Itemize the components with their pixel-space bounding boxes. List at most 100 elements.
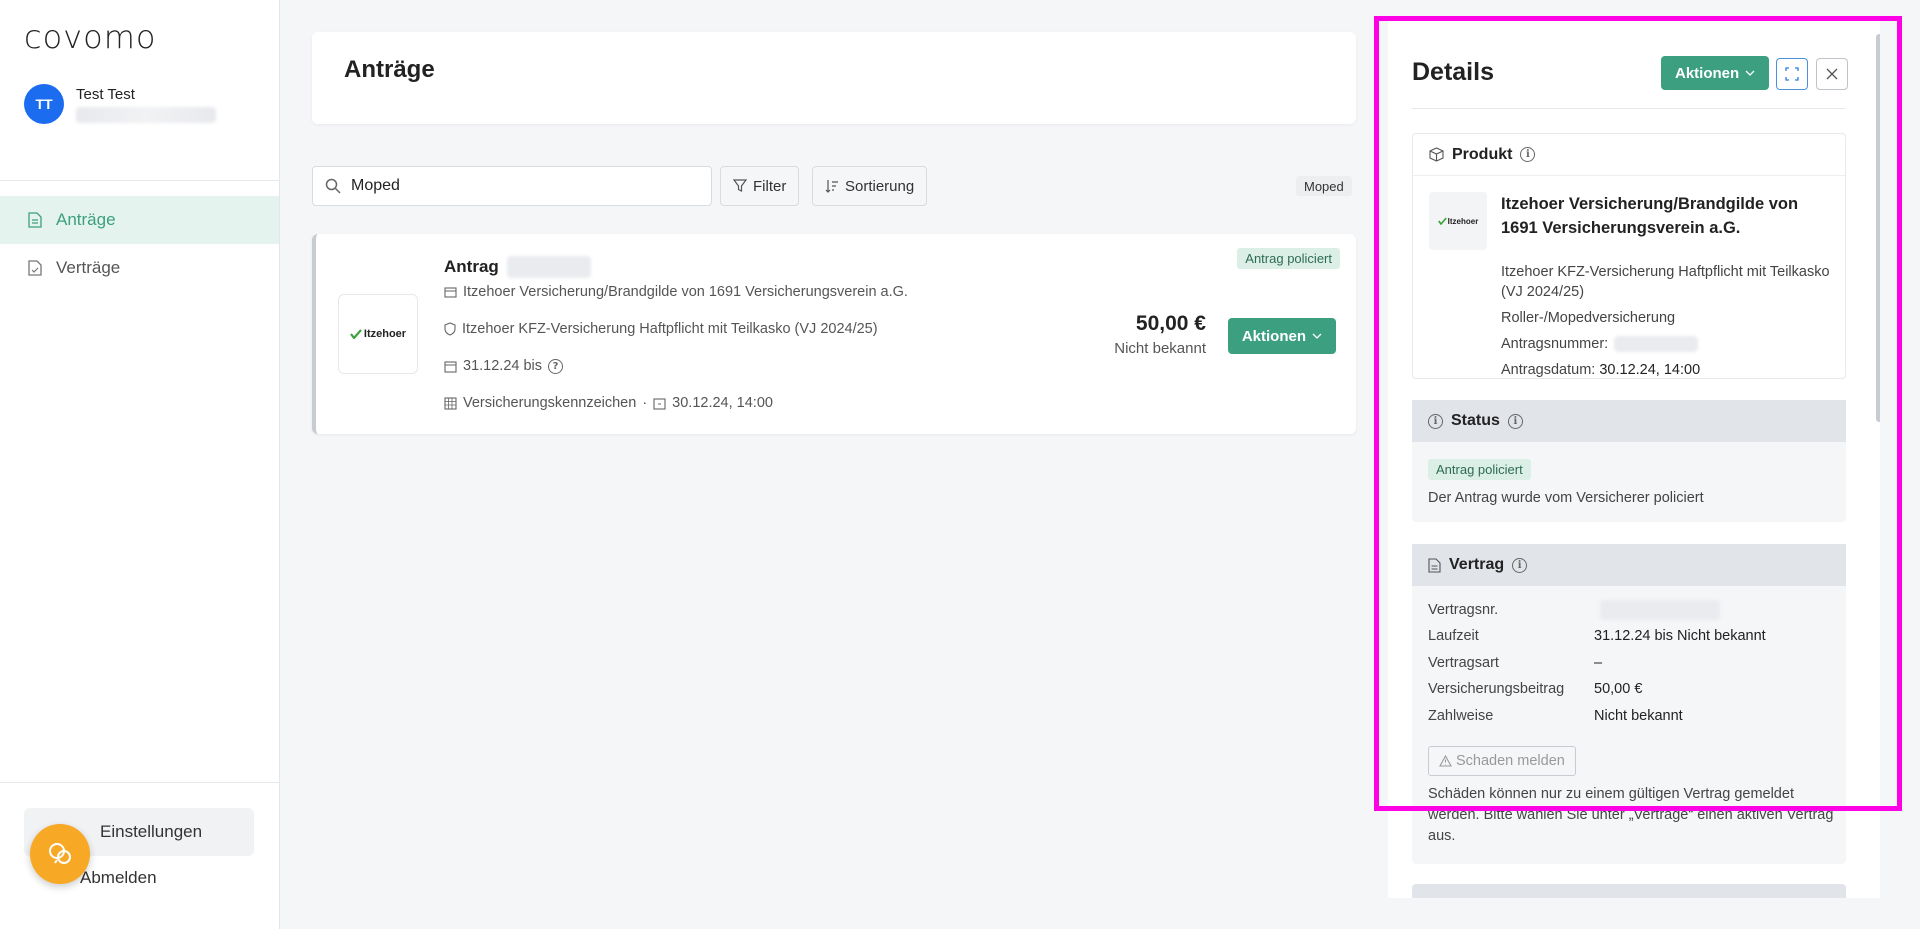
contract-icon: [28, 260, 42, 276]
info-icon[interactable]: i: [1512, 557, 1528, 573]
contract-row-value: 31.12.24 bis Nicht bekannt: [1594, 628, 1766, 644]
product-insurer-name: Itzehoer Versicherung/Brandgilde von 169…: [1501, 195, 1799, 237]
sidebar-divider: [0, 782, 280, 783]
details-panel: Details Aktionen Produkt i Itzehoer Itze…: [1388, 18, 1880, 898]
help-icon[interactable]: ?: [548, 358, 564, 374]
document-icon: [1428, 557, 1441, 573]
insurer-logo-text: Itzehoer: [1447, 216, 1479, 226]
product-tariff: Itzehoer KFZ-Versicherung Haftpflicht mi…: [1501, 264, 1830, 300]
contract-row-label: Versicherungsbeitrag: [1428, 681, 1565, 697]
contract-row-value: Nicht bekannt: [1594, 708, 1683, 724]
search-box[interactable]: [312, 166, 712, 206]
sidebar-nav: Anträge Verträge: [0, 196, 279, 292]
warning-icon: [1439, 755, 1452, 767]
status-info-icon: i: [1428, 413, 1443, 429]
sidebar-item-label: Anträge: [56, 210, 116, 229]
contract-row-label: Vertragsart: [1428, 655, 1499, 671]
sort-button[interactable]: Sortierung: [812, 166, 928, 206]
contract-row-value: –: [1594, 655, 1603, 671]
sidebar-item-antraege[interactable]: Anträge: [0, 196, 279, 244]
chevron-down-icon: [1745, 70, 1755, 76]
expand-button[interactable]: [1776, 58, 1808, 90]
user-name: Test Test: [76, 85, 135, 103]
info-icon[interactable]: i: [1520, 147, 1536, 162]
avatar: TT: [24, 84, 64, 124]
help-chat-button[interactable]: [30, 824, 90, 884]
sidebar-divider: [0, 180, 280, 181]
panel-scrollbar[interactable]: [1876, 34, 1880, 422]
application-number-redacted: [506, 256, 591, 278]
close-icon: [1826, 68, 1838, 80]
application-title: Antrag: [444, 256, 591, 278]
insurer-logo-text: Itzehoer: [363, 328, 407, 340]
product-section-header: Produkt i: [1413, 134, 1845, 176]
plate-icon: [444, 396, 457, 410]
price-value: 50,00 €: [1135, 312, 1206, 335]
application-card[interactable]: Itzehoer Antrag Itzehoer Versicherung/Br…: [312, 234, 1356, 434]
actions-button[interactable]: Aktionen: [1227, 318, 1336, 354]
contract-row-label: Laufzeit: [1428, 628, 1479, 644]
details-actions-button[interactable]: Aktionen: [1661, 56, 1770, 90]
contract-row-value: 50,00 €: [1594, 681, 1643, 697]
application-date: Antragsdatum: 30.12.24, 14:00: [1501, 362, 1701, 378]
filter-button[interactable]: Filter: [720, 166, 800, 206]
contract-number-redacted: [1600, 600, 1720, 620]
app-logo[interactable]: covomo: [24, 18, 156, 56]
details-title: Details: [1412, 58, 1494, 86]
product-category: Roller-/Mopedversicherung: [1501, 310, 1676, 326]
settings-label: Einstellungen: [100, 822, 203, 841]
price-block: 50,00 € Nicht bekannt: [1114, 312, 1206, 357]
product-line: Itzehoer KFZ-Versicherung Haftpflicht mi…: [444, 321, 878, 337]
meta-line: Versicherungskennzeichen · 30.12.24, 14:…: [444, 395, 773, 411]
status-badge: Antrag policiert: [1428, 459, 1531, 480]
status-text: Der Antrag wurde vom Versicherer policie…: [1428, 490, 1704, 506]
document-icon: [28, 212, 42, 228]
user-profile: TT Test Test: [24, 84, 216, 124]
insurer-line: Itzehoer Versicherung/Brandgilde von 169…: [444, 284, 908, 300]
page-title: Anträge: [344, 56, 435, 83]
product-section: Produkt i Itzehoer Itzehoer Versicherung…: [1412, 133, 1846, 379]
sidebar-item-vertraege[interactable]: Verträge: [0, 244, 279, 292]
report-claim-button[interactable]: Schaden melden: [1428, 746, 1576, 776]
package-icon: [1429, 147, 1444, 162]
building-icon: [444, 287, 457, 298]
search-input[interactable]: [351, 177, 681, 195]
calendar-icon: [653, 397, 666, 410]
application-number: Antragsnummer:: [1501, 334, 1831, 354]
contract-row-label: Vertragsnr.: [1428, 602, 1499, 618]
expand-icon: [1785, 67, 1799, 81]
chevron-down-icon: [1312, 333, 1322, 339]
close-button[interactable]: [1816, 58, 1848, 90]
sidebar: covomo TT Test Test Anträge Verträge Ein…: [0, 0, 280, 929]
contract-section: Vertrag i Vertragsnr. Laufzeit 31.12.24 …: [1412, 544, 1846, 864]
chat-help-icon: [49, 843, 71, 864]
insurer-logo: Itzehoer: [1429, 192, 1487, 250]
checkmark-logo-icon: [1437, 217, 1447, 225]
sidebar-item-label: Verträge: [56, 258, 121, 277]
logout-button[interactable]: Abmelden: [80, 868, 157, 888]
sort-label: Sortierung: [845, 177, 915, 195]
user-email-redacted: [76, 106, 216, 123]
checkmark-logo-icon: [350, 329, 362, 339]
contract-row-label: Zahlweise: [1428, 708, 1494, 724]
calendar-icon: [444, 360, 457, 373]
search-icon: [325, 178, 341, 194]
insurer-logo: Itzehoer: [338, 294, 418, 374]
page-header: Anträge: [312, 32, 1356, 124]
application-number-redacted: [1614, 336, 1699, 353]
filter-label: Filter: [753, 177, 787, 195]
status-badge: Antrag policiert: [1237, 248, 1340, 269]
claim-hint: Schäden können nur zu einem gültigen Ver…: [1428, 786, 1834, 844]
contract-section-header: Vertrag i: [1412, 544, 1846, 586]
active-filter-tag[interactable]: Moped: [1296, 176, 1352, 196]
status-section-header: i Status i: [1412, 400, 1846, 442]
sort-icon: [825, 180, 838, 193]
filter-icon: [733, 179, 747, 192]
payment-mode: Nicht bekannt: [1114, 340, 1206, 357]
details-divider: [1412, 108, 1846, 109]
next-section-header: [1412, 884, 1846, 898]
status-section: i Status i Antrag policiert Der Antrag w…: [1412, 400, 1846, 522]
shield-icon: [444, 322, 456, 336]
period-line: 31.12.24 bis ?: [444, 358, 564, 374]
info-icon[interactable]: i: [1507, 413, 1523, 429]
